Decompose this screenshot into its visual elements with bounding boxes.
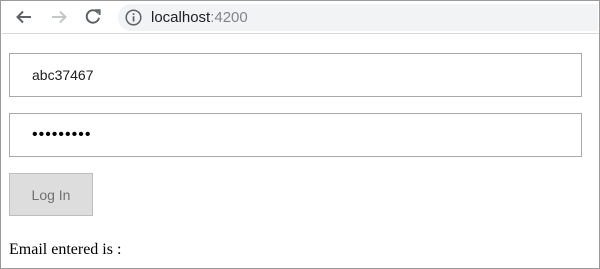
forward-button[interactable] — [47, 5, 71, 29]
url-port: :4200 — [210, 9, 248, 26]
arrow-right-icon — [52, 10, 67, 24]
info-icon[interactable] — [125, 9, 142, 26]
email-entered-text: Email entered is : — [9, 241, 122, 258]
url-host: localhost — [151, 9, 211, 26]
url-text[interactable]: localhost:4200 — [151, 8, 248, 28]
browser-toolbar: localhost:4200 — [2, 2, 599, 34]
reload-button[interactable] — [81, 5, 105, 29]
arrow-left-icon — [16, 10, 31, 24]
login-button[interactable]: Log In — [9, 173, 93, 216]
reload-icon — [85, 9, 101, 24]
browser-window: localhost:4200 Log In Email entered is : — [0, 0, 600, 269]
password-input[interactable] — [9, 113, 582, 157]
email-input[interactable] — [9, 53, 582, 97]
back-button[interactable] — [12, 5, 36, 29]
